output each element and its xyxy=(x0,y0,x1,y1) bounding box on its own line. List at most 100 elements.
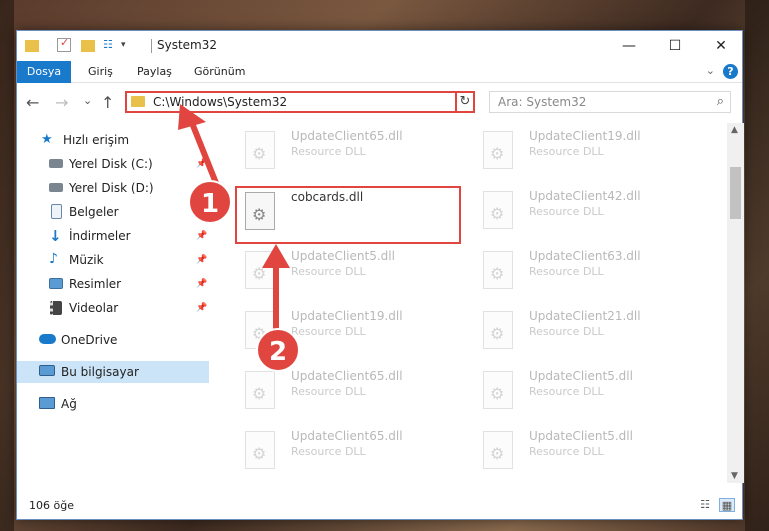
file-type: Resource DLL xyxy=(291,385,366,398)
new-folder-icon[interactable] xyxy=(81,40,95,52)
details-view-button[interactable]: ☷ xyxy=(697,498,713,512)
list-item[interactable]: UpdateClient19.dll Resource DLL xyxy=(475,127,705,182)
file-name: UpdateClient63.dll xyxy=(529,249,641,263)
scroll-down-icon[interactable]: ▼ xyxy=(731,471,738,481)
sidebar-item-onedrive[interactable]: OneDrive xyxy=(17,329,209,351)
sidebar-item-label: Müzik xyxy=(69,253,104,267)
file-name: UpdateClient42.dll xyxy=(529,189,641,203)
pin-icon[interactable]: 📌 xyxy=(196,279,207,289)
file-name: UpdateClient19.dll xyxy=(291,309,403,323)
folder-icon xyxy=(25,40,39,52)
refresh-button[interactable]: ↻ xyxy=(455,91,475,113)
dll-file-icon xyxy=(483,431,513,469)
list-item[interactable]: UpdateClient42.dll Resource DLL xyxy=(475,187,705,242)
dll-file-icon xyxy=(483,191,513,229)
folder-icon xyxy=(131,96,145,107)
sidebar-item-label: Ağ xyxy=(61,397,77,411)
document-icon xyxy=(51,204,62,219)
list-item[interactable]: UpdateClient5.dll Resource DLL xyxy=(475,367,705,422)
search-input[interactable]: Ara: System32 ⌕ xyxy=(489,91,731,113)
quick-access-dropdown-icon[interactable]: ▾ xyxy=(121,40,135,54)
pin-icon[interactable]: 📌 xyxy=(196,255,207,265)
download-icon: ↓ xyxy=(49,227,62,245)
list-item[interactable]: UpdateClient5.dll Resource DLL xyxy=(475,427,705,482)
sidebar-item-label: Belgeler xyxy=(69,205,119,219)
tab-file[interactable]: Dosya xyxy=(17,61,71,83)
search-icon[interactable]: ⌕ xyxy=(717,94,724,109)
dll-file-icon xyxy=(245,431,275,469)
title-separator xyxy=(151,39,152,53)
sidebar-item-downloads[interactable]: ↓ İndirmeler 📌 xyxy=(17,225,209,247)
cloud-icon xyxy=(39,334,56,344)
scroll-thumb[interactable] xyxy=(730,167,741,219)
address-bar[interactable]: C:\Windows\System32 ⌄ xyxy=(125,91,475,113)
dll-file-icon xyxy=(245,131,275,169)
sidebar-item-label: Resimler xyxy=(69,277,122,291)
sidebar-item-local-disk-c[interactable]: Yerel Disk (C:) 📌 xyxy=(17,153,209,175)
close-button[interactable]: ✕ xyxy=(698,31,744,61)
list-item[interactable]: UpdateClient65.dll Resource DLL xyxy=(237,367,467,422)
file-list: UpdateClient65.dll Resource DLL UpdateCl… xyxy=(227,123,727,483)
file-type: Resource DLL xyxy=(529,205,604,218)
pin-icon[interactable]: 📌 xyxy=(196,303,207,313)
sidebar-item-label: Hızlı erişim xyxy=(63,133,130,147)
maximize-button[interactable]: ☐ xyxy=(652,31,698,61)
title-bar: ✓ ☷ ▾ System32 — ☐ ✕ xyxy=(17,31,742,61)
sidebar-item-label: Bu bilgisayar xyxy=(61,365,139,379)
sidebar-item-label: Yerel Disk (C:) xyxy=(69,157,153,171)
sidebar-item-videos[interactable]: Videolar 📌 xyxy=(17,297,209,319)
tiles-view-button[interactable]: ▦ xyxy=(719,498,735,512)
sidebar-item-pictures[interactable]: Resimler 📌 xyxy=(17,273,209,295)
dragged-file-highlight[interactable]: cobcards.dll xyxy=(235,186,461,244)
list-item[interactable]: UpdateClient21.dll Resource DLL xyxy=(475,307,705,362)
item-count: 106 öğe xyxy=(29,499,74,512)
star-icon: ★ xyxy=(41,132,53,147)
tab-view[interactable]: Görünüm xyxy=(185,61,254,83)
sidebar-item-quick-access[interactable]: ★ Hızlı erişim xyxy=(17,129,209,151)
ribbon-collapse-icon[interactable]: ⌄ xyxy=(706,64,715,77)
sidebar-item-network[interactable]: Ağ xyxy=(17,393,209,415)
step-2-badge: 2 xyxy=(256,328,300,372)
tab-share[interactable]: Paylaş xyxy=(128,61,181,83)
forward-button[interactable]: → xyxy=(55,93,68,112)
sidebar-item-this-pc[interactable]: Bu bilgisayar xyxy=(17,361,209,383)
sidebar-item-label: Videolar xyxy=(69,301,119,315)
sidebar-item-music[interactable]: ♪ Müzik 📌 xyxy=(17,249,209,271)
file-type: Resource DLL xyxy=(291,265,366,278)
list-item[interactable]: UpdateClient5.dll Resource DLL xyxy=(237,247,467,302)
dll-file-icon xyxy=(483,311,513,349)
network-icon xyxy=(39,397,55,409)
sidebar-item-documents[interactable]: Belgeler 📌 xyxy=(17,201,209,223)
video-icon xyxy=(50,301,62,315)
music-icon: ♪ xyxy=(49,251,58,267)
file-type: Resource DLL xyxy=(529,325,604,338)
navigation-pane: ★ Hızlı erişim Yerel Disk (C:) 📌 Yerel D… xyxy=(17,123,209,483)
sidebar-item-label: Yerel Disk (D:) xyxy=(69,181,154,195)
properties-icon[interactable]: ✓ xyxy=(57,36,71,52)
sidebar-item-local-disk-d[interactable]: Yerel Disk (D:) 📌 xyxy=(17,177,209,199)
pin-icon[interactable]: 📌 xyxy=(196,159,207,169)
list-item[interactable]: UpdateClient63.dll Resource DLL xyxy=(475,247,705,302)
recent-locations-button[interactable]: ⌄ xyxy=(83,94,92,107)
help-icon[interactable]: ? xyxy=(723,64,738,79)
window-title: System32 xyxy=(157,38,218,52)
search-placeholder: Ara: System32 xyxy=(498,95,587,109)
dll-file-icon xyxy=(483,131,513,169)
back-button[interactable]: ← xyxy=(26,93,39,112)
file-type: Resource DLL xyxy=(291,445,366,458)
explorer-window: ✓ ☷ ▾ System32 — ☐ ✕ Dosya Giriş Paylaş … xyxy=(16,30,744,520)
file-name: UpdateClient65.dll xyxy=(291,369,403,383)
customize-icon[interactable]: ☷ xyxy=(103,38,117,52)
background-tree xyxy=(0,0,14,531)
tab-home[interactable]: Giriş xyxy=(79,61,122,83)
list-item[interactable]: UpdateClient65.dll Resource DLL xyxy=(237,127,467,182)
vertical-scrollbar[interactable]: ▲ ▼ xyxy=(727,123,744,483)
minimize-button[interactable]: — xyxy=(606,31,652,61)
list-item[interactable]: UpdateClient65.dll Resource DLL xyxy=(237,427,467,482)
pin-icon[interactable]: 📌 xyxy=(196,231,207,241)
list-item-cobcards[interactable]: cobcards.dll xyxy=(237,188,467,243)
scroll-up-icon[interactable]: ▲ xyxy=(731,125,738,135)
up-button[interactable]: ↑ xyxy=(101,93,114,112)
file-name: UpdateClient5.dll xyxy=(529,369,633,383)
address-path[interactable]: C:\Windows\System32 xyxy=(153,95,287,109)
